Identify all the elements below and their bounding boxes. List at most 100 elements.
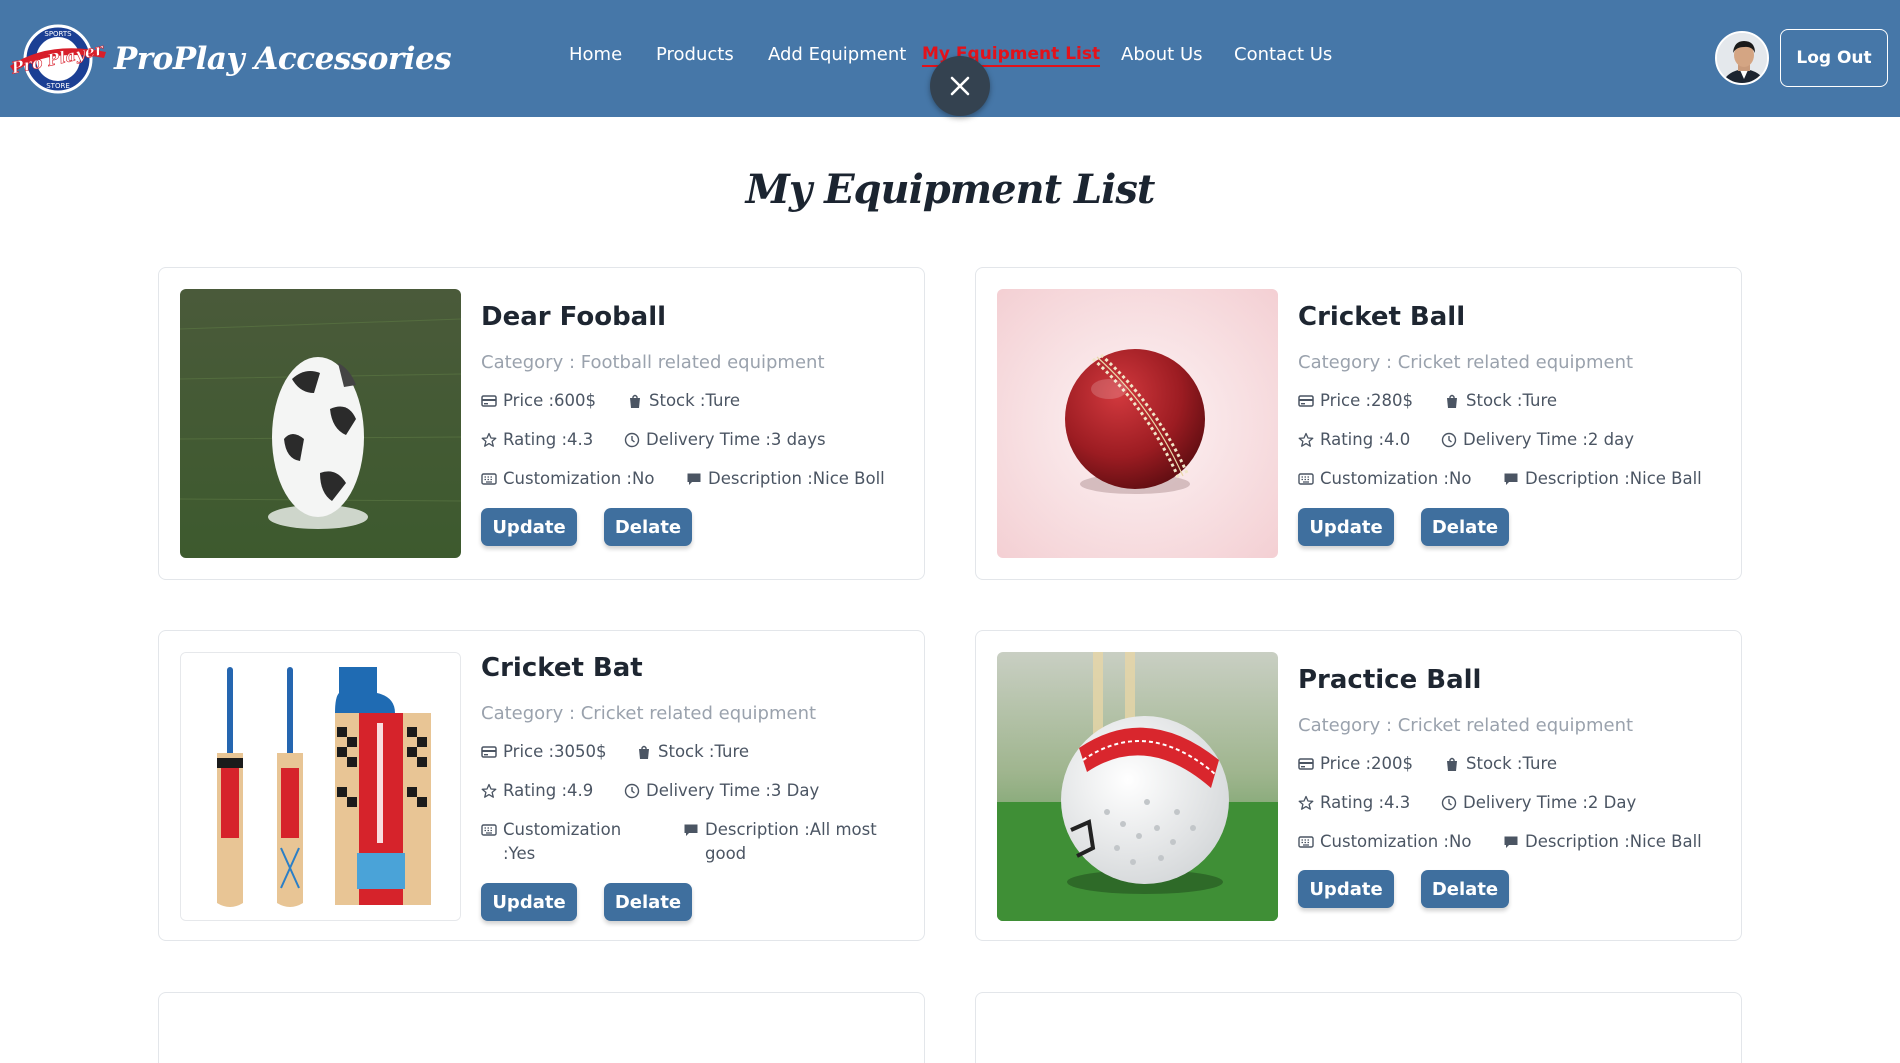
delivery-text: Delivery Time :3 days [646,430,826,449]
description-text: Description :All most good [705,820,877,863]
product-delivery: Delivery Time :2 day [1441,428,1634,452]
equipment-card-partial [975,992,1742,1063]
user-avatar[interactable] [1715,31,1769,85]
delivery-text: Delivery Time :2 day [1463,430,1635,449]
star-icon [1298,795,1314,810]
stock-text: Stock :Ture [658,742,750,761]
comment-icon [687,473,701,485]
delete-button[interactable]: Delate [604,883,692,921]
comment-icon [684,824,698,836]
nav-about-us[interactable]: About Us [1121,44,1203,65]
product-customization: Customization :No [1298,467,1471,491]
equipment-card: Cricket Ball Category : Cricket related … [975,267,1742,580]
product-customization: Customization :No [481,467,654,491]
delete-button[interactable]: Delate [1421,870,1509,908]
keyboard-icon [481,824,497,836]
nav-contact-us[interactable]: Contact Us [1234,44,1332,65]
product-image-cricket-ball [997,289,1278,558]
nav-home[interactable]: Home [569,44,622,65]
keyboard-icon [1298,836,1314,848]
product-name: Cricket Bat [481,653,643,683]
update-button[interactable]: Update [481,883,577,921]
customization-text: Customization :No [1320,832,1472,851]
price-text: Price :280$ [1320,391,1414,410]
product-customization: Customization :Yes [481,818,626,866]
top-navbar: SPORTS STORE Pro Player ProPlay Accessor… [0,0,1900,117]
description-text: Description :Nice Boll [708,469,885,488]
customization-text: Customization :No [1320,469,1472,488]
stock-text: Stock :Ture [649,391,741,410]
rating-text: Rating :4.3 [1320,793,1411,812]
comment-icon [1504,836,1518,848]
delivery-text: Delivery Time :2 Day [1463,793,1637,812]
shopping-bag-icon [1447,394,1457,408]
avatar-image [1717,33,1767,83]
delete-button[interactable]: Delate [604,508,692,546]
comment-icon [1504,473,1518,485]
product-price: Price :280$ [1298,389,1413,413]
product-category: Category : Cricket related equipment [481,703,817,724]
product-name: Practice Ball [1298,665,1482,695]
product-price: Price :600$ [481,389,596,413]
nav-add-equipment[interactable]: Add Equipment [768,44,906,65]
star-icon [481,783,497,798]
product-description: Description :Nice Ball [1503,830,1702,854]
description-text: Description :Nice Ball [1525,832,1702,851]
product-price: Price :3050$ [481,740,607,764]
shopping-bag-icon [630,394,640,408]
credit-card-icon [1298,395,1314,407]
product-rating: Rating :4.3 [1298,791,1410,815]
product-stock: Stock :Ture [636,740,749,764]
credit-card-icon [1298,758,1314,770]
product-category: Category : Cricket related equipment [1298,352,1634,373]
equipment-card: Dear Fooball Category : Football related… [158,267,925,580]
product-image-football [180,289,461,558]
close-icon [950,76,970,96]
update-button[interactable]: Update [1298,870,1394,908]
product-image-practice-ball [997,652,1278,921]
update-button[interactable]: Update [1298,508,1394,546]
clock-icon [1441,795,1457,811]
product-rating: Rating :4.0 [1298,428,1410,452]
customization-text: Customization :Yes [503,820,622,863]
shopping-bag-icon [1447,757,1457,771]
product-category: Category : Cricket related equipment [1298,715,1634,736]
product-name: Dear Fooball [481,302,667,332]
credit-card-icon [481,395,497,407]
product-stock: Stock :Ture [627,389,740,413]
price-text: Price :200$ [1320,754,1414,773]
equipment-card-partial [158,992,925,1063]
page-title: My Equipment List [745,166,1156,213]
stock-text: Stock :Ture [1466,391,1558,410]
brand-logo: SPORTS STORE Pro Player [8,24,107,94]
logout-button[interactable]: Log Out [1780,29,1888,87]
update-button[interactable]: Update [481,508,577,546]
nav-products[interactable]: Products [656,44,734,65]
product-delivery: Delivery Time :3 Day [624,779,819,803]
product-rating: Rating :4.3 [481,428,593,452]
keyboard-icon [1298,473,1314,485]
shopping-bag-icon [639,745,649,759]
product-name: Cricket Ball [1298,302,1466,332]
product-delivery: Delivery Time :2 Day [1441,791,1636,815]
close-menu-button[interactable] [930,56,990,116]
stock-text: Stock :Ture [1466,754,1558,773]
product-rating: Rating :4.9 [481,779,593,803]
price-text: Price :3050$ [503,742,607,761]
star-icon [1298,432,1314,447]
keyboard-icon [481,473,497,485]
rating-text: Rating :4.9 [503,781,594,800]
brand[interactable]: SPORTS STORE Pro Player ProPlay Accessor… [8,22,452,96]
description-text: Description :Nice Ball [1525,469,1702,488]
logo-ring-top: SPORTS [44,30,72,38]
equipment-card: Practice Ball Category : Cricket related… [975,630,1742,941]
product-description: Description :Nice Ball [1503,467,1702,491]
clock-icon [624,432,640,448]
product-description: Description :Nice Boll [686,467,885,491]
delivery-text: Delivery Time :3 Day [646,781,820,800]
price-text: Price :600$ [503,391,597,410]
clock-icon [1441,432,1457,448]
delete-button[interactable]: Delate [1421,508,1509,546]
product-stock: Stock :Ture [1444,752,1557,776]
star-icon [481,432,497,447]
